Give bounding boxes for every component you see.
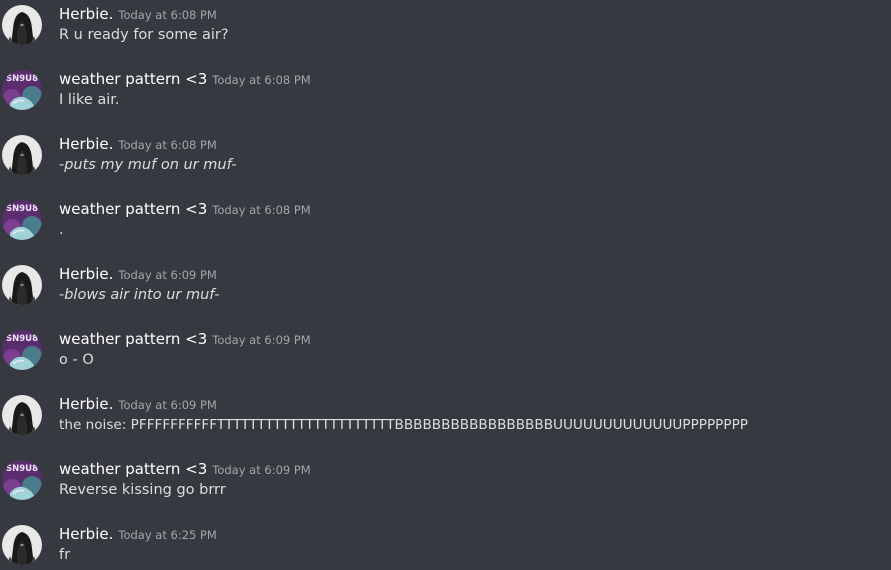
message-content: -puts my muf on ur muf- — [59, 157, 237, 173]
purple-sneakers-avatar-icon: SN9U8 — [2, 330, 42, 370]
message: Herbie. Today at 6:09 PM -blows air into … — [0, 260, 891, 325]
avatar[interactable] — [2, 135, 42, 175]
chat-message-list: Herbie. Today at 6:08 PM R u ready for so… — [0, 0, 891, 570]
dark-hooded-figure-avatar-icon — [2, 265, 42, 305]
message-header: Herbie. Today at 6:25 PM — [59, 524, 217, 545]
author-name[interactable]: Herbie. — [59, 5, 113, 23]
author-name[interactable]: Herbie. — [59, 525, 113, 543]
message-content: Reverse kissing go brrr — [59, 482, 226, 498]
message-header: weather pattern <3 Today at 6:09 PM — [59, 459, 311, 480]
message-header: weather pattern <3 Today at 6:09 PM — [59, 329, 311, 350]
message: SN9U8 weather pattern <3 Today at 6:08 PM… — [0, 195, 891, 260]
avatar[interactable]: SN9U8 — [2, 70, 42, 110]
message-timestamp: Today at 6:08 PM — [212, 203, 311, 217]
dark-hooded-figure-avatar-icon — [2, 135, 42, 175]
avatar-text: SN9U8 — [6, 204, 38, 214]
message: SN9U8 weather pattern <3 Today at 6:09 PM… — [0, 325, 891, 390]
dark-hooded-figure-avatar-icon — [2, 525, 42, 565]
message-content: R u ready for some air? — [59, 27, 229, 43]
avatar-text: SN9U8 — [6, 74, 38, 84]
message: Herbie. Today at 6:08 PM R u ready for so… — [0, 0, 891, 65]
message: Herbie. Today at 6:25 PM fr — [0, 520, 891, 570]
author-name[interactable]: weather pattern <3 — [59, 70, 207, 88]
dark-hooded-figure-avatar-icon — [2, 395, 42, 435]
avatar[interactable]: SN9U8 — [2, 460, 42, 500]
message-timestamp: Today at 6:09 PM — [212, 463, 311, 477]
message-timestamp: Today at 6:08 PM — [212, 73, 311, 87]
message-timestamp: Today at 6:09 PM — [212, 333, 311, 347]
message: Herbie. Today at 6:08 PM -puts my muf on … — [0, 130, 891, 195]
message: SN9U8 weather pattern <3 Today at 6:08 PM… — [0, 65, 891, 130]
avatar[interactable] — [2, 265, 42, 305]
purple-sneakers-avatar-icon: SN9U8 — [2, 70, 42, 110]
author-name[interactable]: Herbie. — [59, 265, 113, 283]
message-header: Herbie. Today at 6:09 PM — [59, 394, 217, 415]
message-timestamp: Today at 6:08 PM — [118, 138, 217, 152]
author-name[interactable]: weather pattern <3 — [59, 460, 207, 478]
message: SN9U8 weather pattern <3 Today at 6:09 PM… — [0, 455, 891, 520]
message-header: Herbie. Today at 6:08 PM — [59, 134, 217, 155]
avatar[interactable] — [2, 525, 42, 565]
message-header: weather pattern <3 Today at 6:08 PM — [59, 199, 311, 220]
author-name[interactable]: weather pattern <3 — [59, 200, 207, 218]
author-name[interactable]: weather pattern <3 — [59, 330, 207, 348]
purple-sneakers-avatar-icon: SN9U8 — [2, 460, 42, 500]
message-content: . — [59, 222, 64, 238]
message-timestamp: Today at 6:09 PM — [118, 398, 217, 412]
message: Herbie. Today at 6:09 PM the noise: PFFFF… — [0, 390, 891, 455]
message-header: Herbie. Today at 6:08 PM — [59, 4, 217, 25]
author-name[interactable]: Herbie. — [59, 135, 113, 153]
message-content: I like air. — [59, 92, 120, 108]
avatar-text: SN9U8 — [6, 334, 38, 344]
dark-hooded-figure-avatar-icon — [2, 5, 42, 45]
avatar[interactable] — [2, 395, 42, 435]
message-timestamp: Today at 6:09 PM — [118, 268, 217, 282]
message-header: Herbie. Today at 6:09 PM — [59, 264, 217, 285]
message-content: fr — [59, 547, 71, 563]
avatar[interactable]: SN9U8 — [2, 200, 42, 240]
author-name[interactable]: Herbie. — [59, 395, 113, 413]
message-content: o - O — [59, 352, 94, 368]
message-content: the noise: PFFFFFFFFFFTTTTTTTTTTTTTTTTTT… — [59, 417, 748, 433]
purple-sneakers-avatar-icon: SN9U8 — [2, 200, 42, 240]
message-timestamp: Today at 6:25 PM — [118, 528, 217, 542]
avatar-text: SN9U8 — [6, 464, 38, 474]
message-timestamp: Today at 6:08 PM — [118, 8, 217, 22]
avatar[interactable] — [2, 5, 42, 45]
message-header: weather pattern <3 Today at 6:08 PM — [59, 69, 311, 90]
avatar[interactable]: SN9U8 — [2, 330, 42, 370]
message-content: -blows air into ur muf- — [59, 287, 220, 303]
